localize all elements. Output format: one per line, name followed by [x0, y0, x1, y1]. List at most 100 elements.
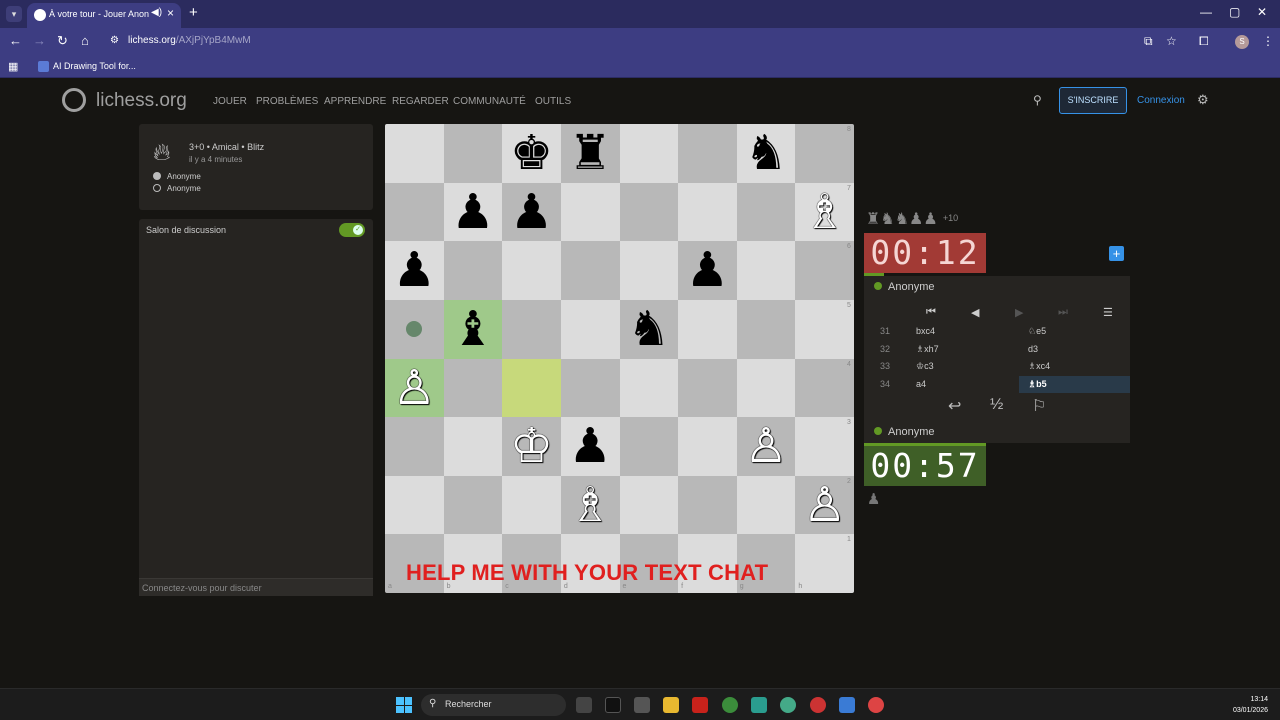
minimize-window-button[interactable]: — [1200, 5, 1212, 19]
square-e3[interactable] [619, 417, 679, 476]
piece-d2[interactable]: ♗ [561, 476, 620, 535]
player-white-entry[interactable]: Anonyme [153, 172, 201, 181]
square-a3[interactable] [385, 417, 444, 476]
piece-c3[interactable]: ♔ [502, 417, 561, 476]
chrome-profile-icon[interactable] [780, 697, 796, 713]
square-d7[interactable] [560, 182, 620, 242]
chrome-icon[interactable] [722, 697, 738, 713]
square-f4[interactable] [678, 358, 737, 418]
prev-move-icon[interactable]: ◀ [971, 306, 979, 319]
bookmark-star-icon[interactable]: ☆ [1166, 34, 1177, 48]
install-app-icon[interactable]: ⧉ [1144, 34, 1153, 49]
square-a2[interactable] [385, 475, 444, 535]
square-d6[interactable] [560, 241, 620, 300]
black-move[interactable]: d3 [1019, 341, 1130, 358]
white-move[interactable]: ♔c3 [916, 361, 934, 372]
square-g6[interactable] [736, 241, 796, 300]
square-e2[interactable] [619, 475, 679, 535]
nav-apprendre[interactable]: APPRENDRE [324, 96, 386, 107]
signup-button[interactable]: S'INSCRIRE [1059, 87, 1127, 114]
piece-b5[interactable]: ♝ [444, 300, 503, 359]
reload-icon[interactable]: ↻ [57, 33, 68, 49]
square-h4[interactable] [795, 358, 854, 418]
app-icon[interactable] [751, 697, 767, 713]
bookmark-ai-drawing[interactable]: AI Drawing Tool for... [53, 61, 136, 71]
piece-h2[interactable]: ♙ [795, 476, 854, 535]
restore-window-button[interactable]: ▢ [1229, 5, 1240, 19]
nav-outils[interactable]: OUTILS [535, 96, 571, 107]
square-g5[interactable] [736, 299, 796, 359]
square-c6[interactable] [502, 241, 561, 300]
back-arrow-icon[interactable]: ← [9, 33, 22, 48]
acrobat-icon[interactable] [692, 697, 708, 713]
piece-b7[interactable]: ♟ [444, 183, 503, 242]
audio-playing-icon[interactable]: ◀) [151, 7, 162, 18]
offer-draw-icon[interactable]: ½ [990, 396, 1003, 414]
square-h3[interactable] [795, 417, 854, 476]
piece-c7[interactable]: ♟ [502, 183, 561, 242]
nav-communaute[interactable]: COMMUNAUTÉ [453, 96, 526, 107]
close-window-button[interactable]: ✕ [1257, 5, 1267, 19]
square-g7[interactable] [736, 182, 796, 242]
add-time-button[interactable]: + [1109, 246, 1124, 261]
piece-h7[interactable]: ♗ [795, 183, 854, 242]
square-g2[interactable] [736, 475, 796, 535]
square-f2[interactable] [678, 475, 737, 535]
next-move-icon[interactable]: ▶ [1015, 306, 1023, 319]
tab-search-menu-button[interactable]: ▾ [6, 6, 22, 22]
square-h6[interactable] [795, 241, 854, 300]
forward-arrow-icon[interactable]: → [33, 33, 46, 48]
chess-board[interactable]: a b c d e f g h 8 7 6 5 4 3 2 1 ♚ ♜ ♞ ♟ ♟ ♗ ♟ ♟ ♝ ♞ ♙ ♔ ♟ ♙ ♗ ♙ [385, 124, 854, 593]
browser-menu-icon[interactable]: ⋮ [1262, 34, 1274, 48]
square-b4[interactable] [443, 358, 503, 418]
square-g4[interactable] [736, 358, 796, 418]
file-explorer-icon[interactable] [663, 697, 679, 713]
system-clock[interactable]: 13:14 03/01/2026 [1226, 694, 1268, 716]
square-h1[interactable] [795, 534, 854, 593]
square-a8[interactable] [385, 124, 444, 183]
site-logo[interactable]: lichess.org [96, 90, 187, 112]
apps-grid-icon[interactable]: ▦ [8, 60, 18, 73]
square-b2[interactable] [443, 475, 503, 535]
piece-e5[interactable]: ♞ [620, 300, 679, 359]
square-h8[interactable] [795, 124, 854, 183]
piece-f6[interactable]: ♟ [678, 241, 737, 300]
square-e7[interactable] [619, 182, 679, 242]
takeback-icon[interactable]: ↩ [948, 396, 961, 416]
square-d5[interactable] [560, 299, 620, 359]
settings-gear-icon[interactable]: ⚙ [1197, 92, 1209, 108]
site-info-icon[interactable]: ⚙ [110, 35, 119, 46]
store-icon[interactable] [634, 697, 650, 713]
nav-regarder[interactable]: REGARDER [392, 96, 449, 107]
tradingview-icon[interactable] [605, 697, 621, 713]
square-f3[interactable] [678, 417, 737, 476]
square-f7[interactable] [678, 182, 737, 242]
player-black-entry[interactable]: Anonyme [153, 184, 201, 193]
chat-toggle[interactable]: ✓ [339, 223, 365, 237]
top-player[interactable]: Anonyme [874, 281, 934, 293]
square-h5[interactable] [795, 299, 854, 359]
taskbar-search[interactable]: ⚲ Rechercher [421, 694, 566, 716]
extensions-icon[interactable]: ⧠ [1199, 34, 1209, 49]
browser-tab-active[interactable]: À votre tour - Jouer Anon... ◀) × [27, 3, 181, 28]
white-move[interactable]: ♗xh7 [916, 344, 939, 355]
black-move[interactable]: ♗b5 [1019, 375, 1130, 393]
square-e8[interactable] [619, 124, 679, 183]
recorder-icon[interactable] [810, 697, 826, 713]
square-b3[interactable] [443, 417, 503, 476]
piece-g3[interactable]: ♙ [737, 417, 796, 476]
menu-icon[interactable]: ☰ [1103, 306, 1113, 319]
windows-start-icon[interactable] [396, 697, 412, 713]
square-c4[interactable] [502, 358, 561, 418]
piece-c8[interactable]: ♚ [502, 124, 561, 183]
close-tab-icon[interactable]: × [167, 6, 174, 20]
square-d4[interactable] [560, 358, 620, 418]
square-b6[interactable] [443, 241, 503, 300]
resign-flag-icon[interactable]: ⚐ [1032, 396, 1046, 416]
piece-g8[interactable]: ♞ [737, 124, 796, 183]
paint-icon[interactable] [839, 697, 855, 713]
last-move-icon[interactable]: ⏭ [1058, 306, 1068, 319]
black-move[interactable]: ♘e5 [1019, 323, 1130, 340]
address-bar[interactable]: lichess.org/AXjPjYpB4MwM [128, 35, 251, 46]
home-icon[interactable]: ⌂ [81, 33, 89, 48]
